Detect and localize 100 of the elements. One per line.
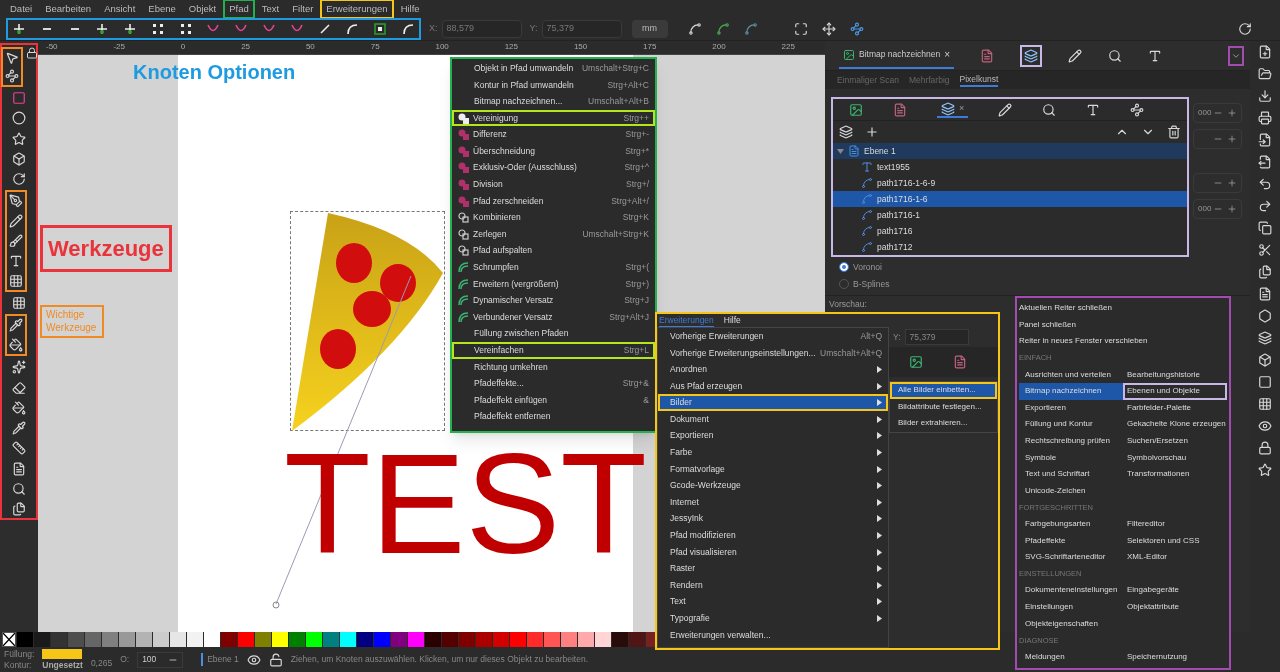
command-icon[interactable] <box>1258 287 1272 301</box>
plus-icon[interactable] <box>1227 204 1237 214</box>
text-icon[interactable] <box>1086 102 1101 117</box>
command-icon[interactable] <box>1258 221 1272 235</box>
menu-item[interactable]: Filter <box>286 0 320 20</box>
menu-item[interactable]: Überschneidung Strg+* <box>452 142 655 160</box>
menu-item[interactable]: Objekteigenschaften <box>1019 615 1123 632</box>
number-field[interactable] <box>1193 173 1242 193</box>
menu-item[interactable]: Dokumenteneinstellungen <box>1019 582 1123 599</box>
menu-item[interactable]: Ebenen und Objekte <box>1123 382 1227 400</box>
color-swatch[interactable] <box>425 632 441 647</box>
menu-item[interactable]: Gekachelte Klone erzeugen <box>1123 416 1227 433</box>
menu-item[interactable]: Pfad visualisieren <box>658 543 888 561</box>
menu-item[interactable]: Selektoren und CSS <box>1123 532 1227 549</box>
color-swatch[interactable] <box>544 632 560 647</box>
tool-icon[interactable] <box>9 234 23 249</box>
menu-item[interactable]: Bilder <box>658 394 888 411</box>
tool-icon[interactable] <box>9 194 23 209</box>
plus-icon[interactable] <box>1227 178 1237 188</box>
color-swatch[interactable] <box>306 632 322 647</box>
menu-item[interactable]: Schrumpfen Strg+( <box>452 259 655 276</box>
text-icon[interactable] <box>1148 48 1163 63</box>
color-swatch[interactable] <box>408 632 424 647</box>
color-swatch[interactable] <box>170 632 186 647</box>
rotate-icon[interactable] <box>1238 22 1252 36</box>
color-swatch[interactable] <box>561 632 577 647</box>
menu-item[interactable]: Eingabegeräte <box>1123 582 1227 599</box>
menu-item[interactable]: Suchen/Ersetzen <box>1123 432 1227 450</box>
layer-row[interactable]: path1716-1-6-9 <box>833 175 1187 191</box>
menu-item[interactable]: Pfadeffekt einfügen & <box>452 391 655 409</box>
menu-item[interactable]: Bearbeiten <box>39 0 98 20</box>
menu-item[interactable]: Vereinigung Strg++ <box>452 109 655 127</box>
visibility-icon[interactable] <box>246 652 261 667</box>
command-icon[interactable] <box>1258 375 1272 389</box>
x-field[interactable]: 88,579 <box>441 20 522 38</box>
image-icon[interactable] <box>909 355 923 369</box>
color-swatch[interactable] <box>459 632 475 647</box>
command-icon[interactable] <box>1258 441 1272 455</box>
color-swatch[interactable] <box>527 632 543 647</box>
edit-icon[interactable] <box>998 102 1013 117</box>
y-field[interactable]: 75,379 <box>904 329 969 345</box>
menu-item[interactable]: Ebene <box>142 0 182 20</box>
tool-icon[interactable] <box>12 296 26 311</box>
tool-icon[interactable] <box>12 111 26 126</box>
tool-icon[interactable] <box>12 441 26 456</box>
color-swatch[interactable] <box>289 632 305 647</box>
color-swatch[interactable] <box>595 632 611 647</box>
selector-icon[interactable] <box>893 102 907 117</box>
add-layer-icon[interactable] <box>865 125 879 139</box>
menu-item[interactable]: Zerlegen Umschalt+Strg+K <box>452 225 655 243</box>
node-tool-icon[interactable] <box>373 22 388 36</box>
command-icon[interactable] <box>1258 89 1272 103</box>
path-outline-icon[interactable] <box>849 22 864 36</box>
tool-icon[interactable] <box>12 501 26 516</box>
curve-icon[interactable] <box>743 22 758 36</box>
node-tool-icon[interactable] <box>400 22 415 36</box>
menu-item[interactable]: Exportieren <box>1019 399 1123 417</box>
dialog-tab[interactable]: Bitmap nachzeichnen × <box>839 42 955 69</box>
command-icon[interactable] <box>1258 177 1272 191</box>
path-icon[interactable] <box>861 177 873 189</box>
tool-icon[interactable] <box>9 318 23 333</box>
menu-item[interactable]: Rechtschreibung prüfen <box>1019 432 1123 450</box>
menu-item[interactable]: Exklusiv-Oder (Ausschluss) Strg+^ <box>452 159 655 177</box>
close-icon[interactable]: × <box>944 47 951 62</box>
command-icon[interactable] <box>1258 419 1272 433</box>
layers-tab[interactable]: × <box>937 101 969 118</box>
number-field[interactable]: 000 <box>1193 199 1242 219</box>
menu-item[interactable]: Aus Pfad erzeugen <box>658 377 888 395</box>
menu-item[interactable]: Internet <box>658 493 888 511</box>
menu-item[interactable]: Unicode-Zeichen <box>1019 482 1123 500</box>
menu-item[interactable]: Speichernutzung <box>1123 648 1227 666</box>
menu-item[interactable]: Pfad modifizieren <box>658 527 888 544</box>
menu-item[interactable]: Panel schließen <box>1019 316 1227 334</box>
menu-item[interactable]: Reiter in neues Fenster verschieben <box>1019 333 1227 350</box>
tool-icon[interactable] <box>12 360 26 375</box>
command-icon[interactable] <box>1258 67 1272 81</box>
layer-row[interactable]: Ebene 1 <box>833 143 1187 159</box>
color-swatch[interactable] <box>68 632 84 647</box>
command-icon[interactable] <box>1258 353 1272 367</box>
menu-item[interactable]: Differenz Strg+- <box>452 126 655 143</box>
menu-item[interactable]: Vorherige Erweiterungseinstellungen... Umschalt+Alt+Q <box>658 344 888 362</box>
menu-item[interactable]: XML-Editor <box>1123 548 1227 566</box>
color-swatch[interactable] <box>102 632 118 647</box>
menu-item[interactable]: Anordnen <box>658 361 888 378</box>
command-icon[interactable] <box>1258 331 1272 345</box>
menu-item[interactable]: Raster <box>658 560 888 577</box>
tool-icon[interactable] <box>9 214 23 229</box>
menu-item[interactable]: Vorherige Erweiterungen Alt+Q <box>658 328 888 345</box>
menu-item[interactable]: Objekt <box>182 0 223 20</box>
color-swatch[interactable] <box>357 632 373 647</box>
command-icon[interactable] <box>1258 111 1272 125</box>
menu-item[interactable]: Kombinieren Strg+K <box>452 209 655 226</box>
menu-item[interactable]: Füllung und Kontur <box>1019 416 1123 433</box>
color-swatch[interactable] <box>238 632 254 647</box>
selector-icon[interactable] <box>980 48 995 63</box>
menu-item[interactable]: Alle Bilder einbetten... <box>890 382 997 399</box>
menu-item[interactable]: Rendern <box>658 576 888 594</box>
color-swatch[interactable] <box>510 632 526 647</box>
color-swatch[interactable] <box>612 632 628 647</box>
tool-icon[interactable] <box>12 421 26 436</box>
